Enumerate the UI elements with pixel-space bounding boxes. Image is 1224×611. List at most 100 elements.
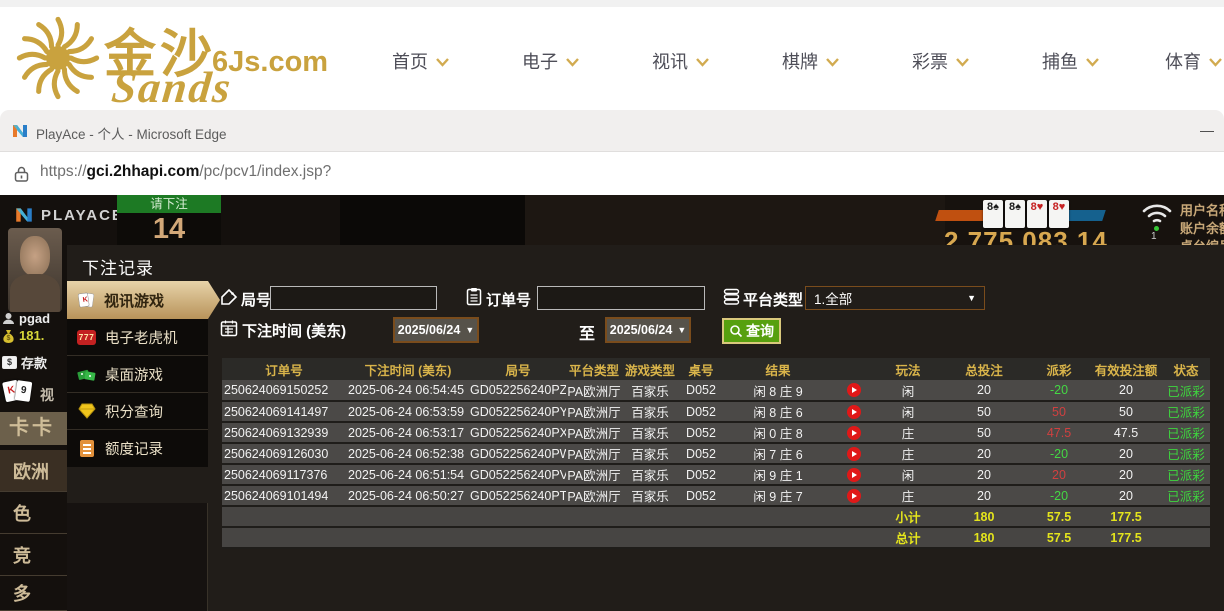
replay-play-button[interactable] bbox=[847, 404, 861, 419]
replay-play-button[interactable] bbox=[847, 446, 861, 461]
dealt-cards: 8♠ 8♠ 8♥ 8♥ bbox=[983, 200, 1069, 228]
col-table-no: 桌号 bbox=[678, 358, 724, 380]
col-side: 玩法 bbox=[876, 358, 940, 380]
side-cell: 闲 bbox=[876, 401, 940, 423]
lock-icon bbox=[14, 166, 29, 182]
col-order-no: 订单号 bbox=[222, 358, 346, 380]
col-platform: 平台类型 bbox=[566, 358, 622, 380]
bet-time-label: 下注时间 (美东) bbox=[242, 323, 347, 340]
svg-text:$: $ bbox=[7, 335, 11, 342]
platform-cell: PA欧洲厅 bbox=[566, 401, 622, 423]
playace-logo-icon bbox=[16, 208, 32, 222]
card-8-heart: 8♥ bbox=[1027, 200, 1047, 228]
nav-item-home[interactable]: 首页 bbox=[392, 48, 449, 74]
menu-item-points[interactable]: 积分查询 bbox=[67, 393, 208, 430]
nav-item-board[interactable]: 棋牌 bbox=[782, 48, 839, 74]
bet-table-body: 250624069150252 2025-06-24 06:54:45 GD05… bbox=[222, 380, 1210, 507]
video-label: 视 bbox=[40, 387, 54, 403]
game-area: PLAYACE 请下注 14 pgad $ 181. $ 存款 K 9 视 卡卡 bbox=[0, 195, 1224, 611]
nav-item-live[interactable]: 视讯 bbox=[652, 48, 709, 74]
bet-timer-box: 请下注 14 bbox=[117, 195, 221, 245]
game-type-cell: 百家乐 bbox=[622, 443, 678, 465]
result-cell: 闲 0 庄 8 bbox=[724, 422, 832, 444]
replay-play-button[interactable] bbox=[847, 425, 861, 440]
subtotal-total-bet: 180 bbox=[940, 506, 1028, 528]
platform-type-select[interactable]: 1.全部 ▼ bbox=[805, 286, 985, 310]
deposit-button[interactable]: $ 存款 bbox=[2, 353, 47, 372]
round-no-cell: GD052256240PZ bbox=[470, 380, 566, 402]
balance-row: $ 181. bbox=[2, 328, 44, 343]
game-type-cell: 百家乐 bbox=[622, 485, 678, 507]
order-no-input[interactable] bbox=[537, 286, 705, 310]
bet-time-cell: 2025-06-24 06:54:45 bbox=[346, 380, 470, 402]
round-no-cell: GD052256240PT bbox=[470, 485, 566, 507]
dollar-icon: $ bbox=[2, 356, 17, 369]
total-bet-cell: 50 bbox=[940, 422, 1028, 444]
username-row: pgad bbox=[2, 311, 50, 326]
table-row: 250624069141497 2025-06-24 06:53:59 GD05… bbox=[222, 401, 1210, 423]
table-row: 250624069117376 2025-06-24 06:51:54 GD05… bbox=[222, 464, 1210, 486]
payout-cell: 47.5 bbox=[1028, 422, 1090, 444]
deposit-label: 存款 bbox=[21, 356, 48, 371]
chevron-down-icon bbox=[566, 58, 579, 67]
col-bet-time: 下注时间 (美东) bbox=[346, 358, 470, 380]
subtotal-payout: 57.5 bbox=[1028, 506, 1090, 528]
order-no-cell: 250624069126030 bbox=[222, 443, 346, 465]
side-cell: 庄 bbox=[876, 443, 940, 465]
side-cell: 庄 bbox=[876, 422, 940, 444]
round-no-label: 局号 bbox=[241, 292, 272, 309]
dominoes-icon bbox=[77, 366, 96, 383]
round-no-input[interactable] bbox=[270, 286, 437, 310]
nav-item-lottery[interactable]: 彩票 bbox=[912, 48, 969, 74]
payout-cell: -20 bbox=[1028, 443, 1090, 465]
game-type-cell: 百家乐 bbox=[622, 380, 678, 402]
avatar bbox=[8, 228, 62, 312]
round-no-cell: GD052256240PW bbox=[470, 443, 566, 465]
document-icon bbox=[77, 440, 96, 457]
window-title: PlayAce - 个人 - Microsoft Edge bbox=[36, 127, 227, 142]
replay-cell bbox=[832, 485, 876, 507]
bet-time-cell: 2025-06-24 06:51:54 bbox=[346, 464, 470, 486]
table-no-cell: D052 bbox=[678, 401, 724, 423]
menu-item-slots[interactable]: 777 电子老虎机 bbox=[67, 319, 208, 356]
side-cell: 庄 bbox=[876, 485, 940, 507]
order-no-cell: 250624069132939 bbox=[222, 422, 346, 444]
valid-bet-cell: 20 bbox=[1090, 464, 1162, 486]
menu-item-live-games[interactable]: K 视讯游戏 bbox=[67, 281, 220, 319]
date-from-picker[interactable]: 2025/06/24 ▼ bbox=[393, 317, 479, 343]
order-no-cell: 250624069150252 bbox=[222, 380, 346, 402]
date-to-picker[interactable]: 2025/06/24 ▼ bbox=[605, 317, 691, 343]
col-valid-bet: 有效投注额 bbox=[1090, 358, 1162, 380]
nav-item-fishing[interactable]: 捕鱼 bbox=[1042, 48, 1099, 74]
side-cell: 闲 bbox=[876, 380, 940, 402]
result-cell: 闲 9 庄 7 bbox=[724, 485, 832, 507]
search-button[interactable]: 查询 bbox=[722, 318, 781, 344]
url-domain: gci.2hhapi.com bbox=[86, 163, 200, 180]
replay-play-button[interactable] bbox=[847, 383, 861, 398]
menu-item-credit-log[interactable]: 额度记录 bbox=[67, 430, 208, 467]
col-game-type: 游戏类型 bbox=[622, 358, 678, 380]
nav-item-sports[interactable]: 体育 bbox=[1165, 48, 1222, 74]
table-row: 250624069101494 2025-06-24 06:50:27 GD05… bbox=[222, 485, 1210, 507]
bet-time-cell: 2025-06-24 06:50:27 bbox=[346, 485, 470, 507]
url-text[interactable]: https://gci.2hhapi.com/pc/pcv1/index.jsp… bbox=[40, 163, 331, 181]
platform-list-icon bbox=[723, 288, 740, 305]
to-label: 至 bbox=[579, 326, 596, 343]
valid-bet-cell: 50 bbox=[1090, 401, 1162, 423]
menu-label: 视讯游戏 bbox=[104, 292, 165, 310]
round-no-cell: GD052256240PX bbox=[470, 422, 566, 444]
tag-icon bbox=[221, 288, 238, 305]
replay-cell bbox=[832, 380, 876, 402]
col-round-no: 局号 bbox=[470, 358, 566, 380]
replay-play-button[interactable] bbox=[847, 488, 861, 503]
menu-label: 桌面游戏 bbox=[105, 367, 163, 384]
person-icon bbox=[3, 313, 14, 324]
menu-item-table-games[interactable]: 桌面游戏 bbox=[67, 356, 208, 393]
minimize-button[interactable]: — bbox=[1194, 120, 1220, 140]
round-no-cell: GD052256240PY bbox=[470, 401, 566, 423]
nav-item-slots[interactable]: 电子 bbox=[522, 48, 579, 74]
payout-cell: 20 bbox=[1028, 464, 1090, 486]
replay-play-button[interactable] bbox=[847, 467, 861, 482]
edge-urlbar[interactable]: https://gci.2hhapi.com/pc/pcv1/index.jsp… bbox=[0, 152, 1224, 195]
side-cell: 闲 bbox=[876, 464, 940, 486]
